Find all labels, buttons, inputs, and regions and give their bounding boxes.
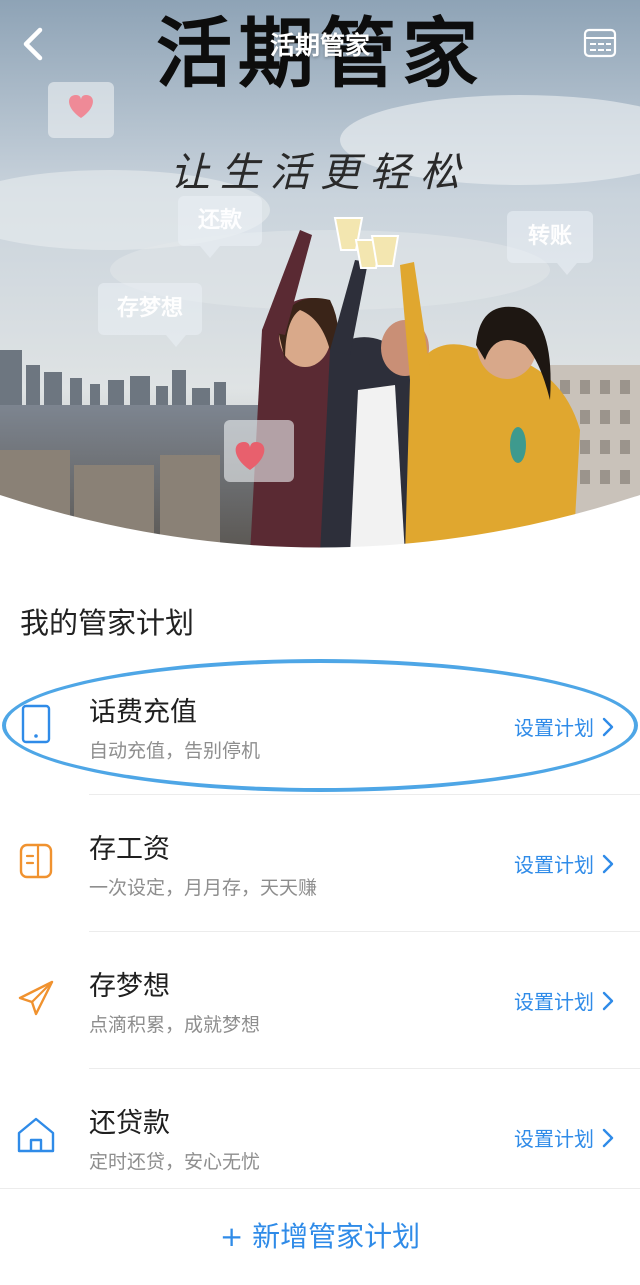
- nav-title: 活期管家: [269, 31, 370, 60]
- bubble-transfer-label: 转账: [527, 224, 572, 249]
- calendar-icon: [583, 28, 617, 58]
- bottom-bar: + 新增管家计划: [0, 1188, 640, 1285]
- hero-banner: 还款 转账 存梦想 活期管家 让生活更轻松 活期管家: [0, 0, 640, 555]
- paper-plane-icon: [18, 980, 54, 1016]
- chevron-right-icon: [602, 717, 614, 736]
- set-plan-label: 设置计划: [514, 990, 594, 1014]
- bubble-dream-label: 存梦想: [116, 296, 183, 321]
- set-plan-label: 设置计划: [514, 853, 594, 877]
- plan-desc: 自动充值，告别停机: [89, 740, 261, 762]
- plan-item-phone-recharge[interactable]: 话费充值 自动充值，告别停机 设置计划: [0, 660, 640, 788]
- wallet-icon: [19, 843, 53, 879]
- set-plan-label: 设置计划: [514, 1127, 594, 1151]
- set-plan-button[interactable]: 设置计划: [514, 712, 614, 741]
- divider: [89, 931, 640, 932]
- set-plan-button[interactable]: 设置计划: [514, 986, 614, 1015]
- chevron-right-icon: [602, 854, 614, 873]
- plan-item-save-salary[interactable]: 存工资 一次设定，月月存，天天赚 设置计划: [0, 797, 640, 925]
- plan-name: 存工资: [89, 834, 170, 865]
- plan-name: 话费充值: [89, 697, 197, 728]
- set-plan-button[interactable]: 设置计划: [514, 849, 614, 878]
- add-plan-button[interactable]: + 新增管家计划: [0, 1215, 640, 1255]
- plan-desc: 一次设定，月月存，天天赚: [89, 877, 318, 899]
- bubble-transfer: 转账: [507, 211, 593, 275]
- plan-name: 存梦想: [89, 971, 170, 1002]
- section-title: 我的管家计划: [20, 606, 195, 640]
- plan-desc: 定时还贷，安心无忧: [89, 1151, 261, 1173]
- plan-desc: 点滴积累，成就梦想: [89, 1014, 261, 1036]
- calendar-button[interactable]: [582, 24, 618, 60]
- chevron-right-icon: [602, 991, 614, 1010]
- plan-name: 还贷款: [89, 1108, 170, 1139]
- hero-slogan: 让生活更轻松: [170, 150, 470, 196]
- navigation-bar: 活期管家: [0, 0, 640, 86]
- bubble-repay-label: 还款: [197, 208, 242, 233]
- plan-item-repay-loan[interactable]: 还贷款 定时还贷，安心无忧 设置计划: [0, 1071, 640, 1199]
- chevron-right-icon: [602, 1128, 614, 1147]
- plan-item-save-dream[interactable]: 存梦想 点滴积累，成就梦想 设置计划: [0, 934, 640, 1062]
- house-icon: [17, 1117, 55, 1153]
- divider: [89, 794, 640, 795]
- divider: [89, 1068, 640, 1069]
- bubble-repay: 还款: [178, 196, 262, 258]
- bubble-dream: 存梦想: [98, 283, 202, 347]
- set-plan-button[interactable]: 设置计划: [514, 1123, 614, 1152]
- phone-icon: [21, 704, 51, 744]
- set-plan-label: 设置计划: [514, 716, 594, 740]
